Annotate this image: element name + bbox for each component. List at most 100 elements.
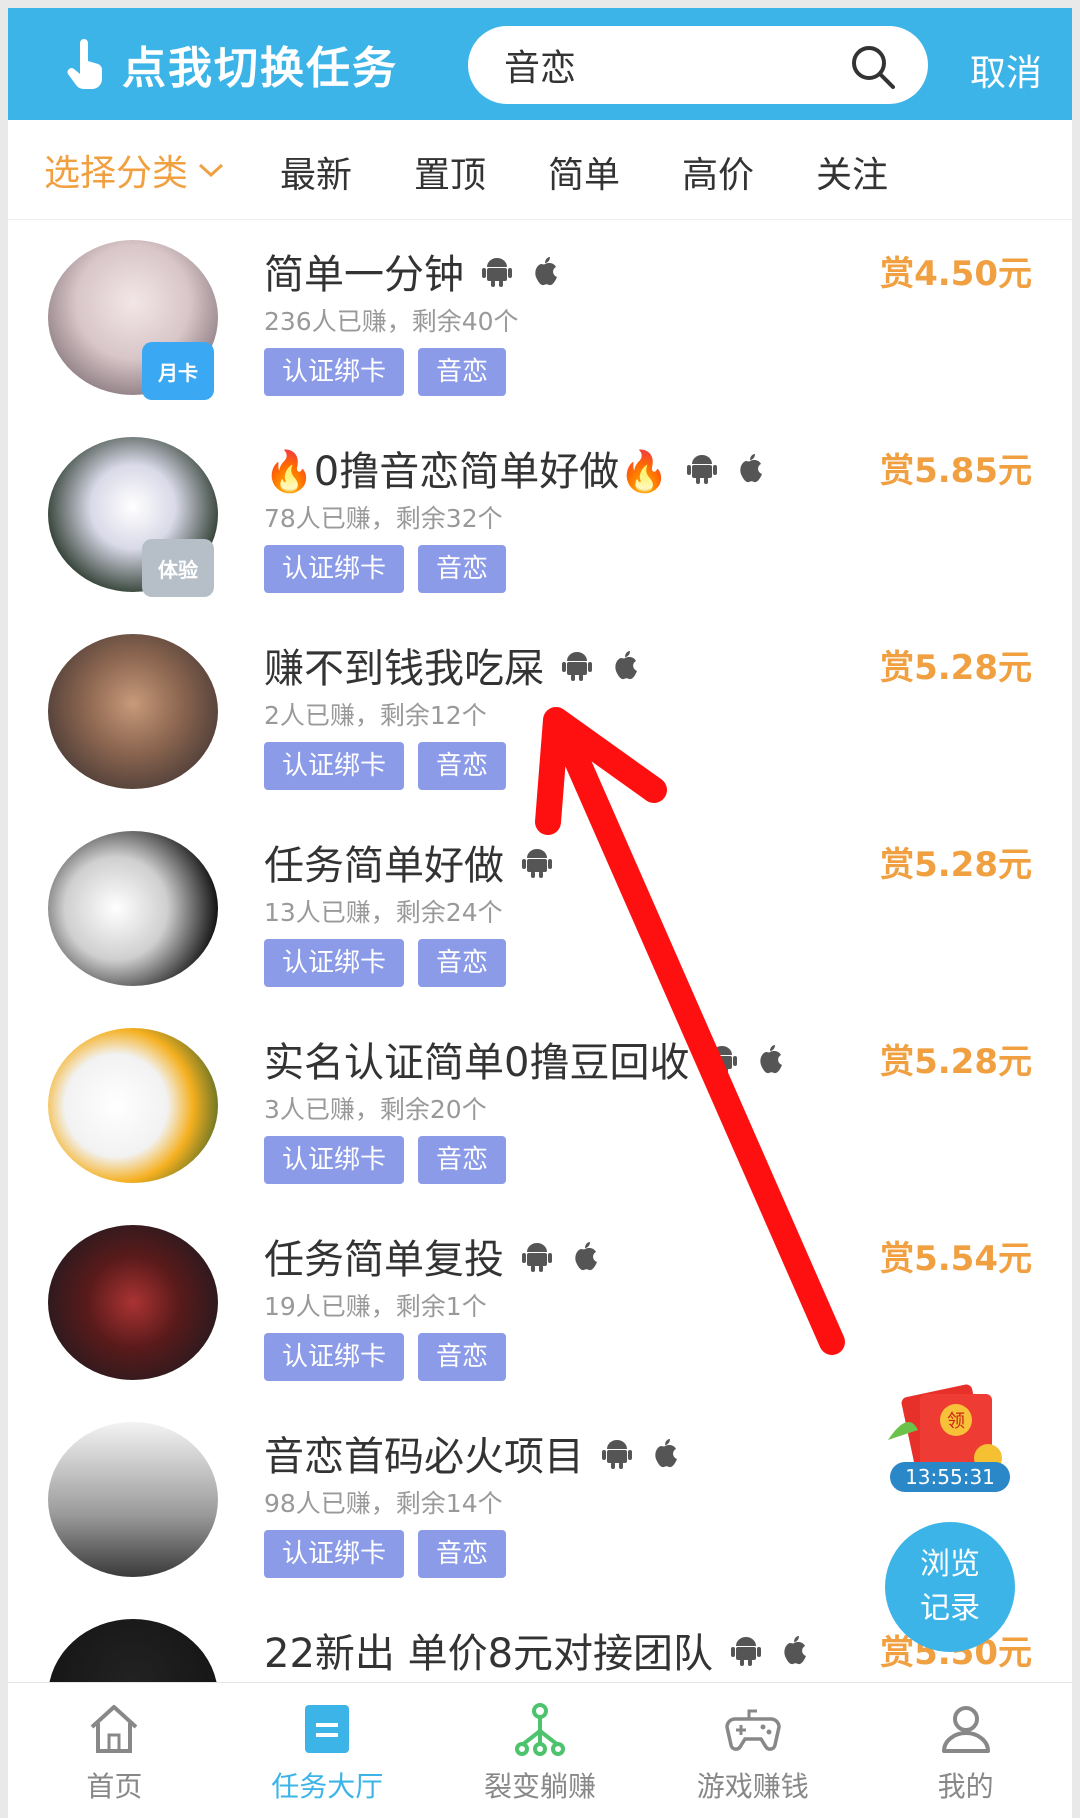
task-avatar	[48, 1225, 218, 1380]
task-tag: 认证绑卡	[264, 939, 405, 987]
task-tags: 认证绑卡 音恋	[264, 545, 507, 593]
countdown-timer: 13:55:31	[890, 1462, 1010, 1492]
apple-icon	[760, 1045, 783, 1074]
history-label-line1: 浏览	[920, 1547, 980, 1582]
nav-referral-label: 裂变躺赚	[483, 1770, 596, 1803]
nav-referral[interactable]: 裂变躺赚	[434, 1683, 647, 1818]
nav-home-label: 首页	[86, 1770, 143, 1803]
task-stats: 98人已赚，剩余14个	[264, 1489, 503, 1518]
task-tag: 音恋	[418, 348, 507, 396]
android-icon	[482, 258, 512, 287]
task-title: 22新出 单价8元对接团队	[264, 1621, 809, 1679]
task-stats: 19人已赚，剩余1个	[264, 1292, 487, 1321]
task-row[interactable]: 实名认证简单0撸豆回收 3人已赚，剩余20个认证绑卡 音恋 赏5.28元	[8, 1010, 1072, 1207]
nav-game-label: 游戏赚钱	[696, 1770, 809, 1803]
task-stats: 78人已赚，剩余32个	[264, 504, 503, 533]
task-tags: 认证绑卡 音恋	[264, 348, 507, 396]
task-stats: 2人已赚，剩余12个	[264, 701, 487, 730]
task-reward: 赏5.28元	[880, 648, 1032, 688]
task-row[interactable]: 任务简单复投 19人已赚，剩余1个 认证绑卡 音恋 赏5.54元	[8, 1207, 1072, 1404]
task-title: 赚不到钱我吃屎	[264, 636, 640, 694]
referral-icon	[514, 1703, 565, 1756]
nav-task-hall-label: 任务大厅	[271, 1770, 384, 1803]
filter-following[interactable]: 关注	[816, 146, 888, 198]
search-value: 音恋	[504, 48, 577, 89]
task-title-text: 任务简单复投	[264, 1237, 504, 1283]
task-tag: 音恋	[418, 742, 507, 790]
nav-mine-label: 我的	[937, 1770, 994, 1803]
category-label: 选择分类	[44, 152, 189, 194]
android-icon	[707, 1046, 738, 1075]
task-title: 实名认证简单0撸豆回收	[264, 1030, 785, 1088]
task-title-text: 22新出 单价8元对接团队	[264, 1631, 714, 1677]
apple-icon	[655, 1439, 677, 1468]
task-tag: 认证绑卡	[264, 545, 405, 593]
task-title-text: 赚不到钱我吃屎	[264, 646, 544, 692]
chevron-down-icon	[199, 163, 224, 177]
android-icon	[602, 1440, 632, 1469]
task-tag: 认证绑卡	[264, 1333, 405, 1381]
task-reward: 赏5.85元	[880, 451, 1032, 491]
android-icon	[522, 849, 552, 878]
filter-pinned[interactable]: 置顶	[414, 146, 486, 198]
task-title-text: 音恋首码必火项目	[264, 1434, 584, 1480]
task-title: 🔥0撸音恋简单好做🔥	[264, 439, 765, 497]
redpack-label: 领	[947, 1411, 965, 1432]
android-icon	[687, 455, 718, 484]
task-tag: 音恋	[418, 939, 507, 987]
task-stats: 236人已赚，剩余40个	[264, 307, 519, 336]
apple-icon	[535, 257, 557, 286]
nav-task-hall[interactable]: 任务大厅	[221, 1683, 434, 1818]
task-row[interactable]: 任务简单好做 13人已赚，剩余24个 认证绑卡 音恋 赏5.28元	[8, 813, 1072, 1010]
history-label-line2: 记录	[920, 1591, 980, 1626]
browse-history-button[interactable]: 浏览 记录	[885, 1522, 1015, 1652]
task-avatar	[48, 1422, 218, 1577]
apple-icon	[784, 1636, 807, 1665]
nav-game[interactable]: 游戏赚钱	[646, 1683, 859, 1818]
task-avatar	[48, 831, 218, 986]
task-reward: 赏5.28元	[880, 1042, 1032, 1082]
task-row[interactable]: 月卡 简单一分钟 236人已赚，剩余40个认证绑卡 音恋 赏4.50元	[8, 222, 1072, 419]
task-title-text: 实名认证简单0撸豆回收	[264, 1040, 690, 1086]
task-reward: 赏5.28元	[880, 845, 1032, 885]
nav-mine[interactable]: 我的	[859, 1683, 1072, 1818]
task-avatar	[48, 1028, 218, 1183]
hand-pointer-icon	[67, 39, 103, 89]
task-tag: 认证绑卡	[264, 1136, 405, 1184]
nav-home[interactable]: 首页	[8, 1683, 221, 1818]
search-icon[interactable]	[848, 42, 898, 92]
android-icon	[522, 1243, 552, 1272]
task-title-text: 🔥0撸音恋简单好做🔥	[264, 449, 670, 495]
switch-task-label: 点我切换任务	[122, 43, 398, 94]
task-title-text: 任务简单好做	[264, 843, 504, 889]
task-tag: 音恋	[418, 1333, 507, 1381]
apple-icon	[575, 1242, 597, 1271]
task-title: 任务简单复投	[264, 1227, 600, 1285]
task-tag: 认证绑卡	[264, 1530, 405, 1578]
task-tag: 认证绑卡	[264, 742, 405, 790]
category-dropdown[interactable]: 选择分类	[44, 144, 226, 196]
task-row[interactable]: 赚不到钱我吃屎 2人已赚，剩余12个认证绑卡 音恋 赏5.28元	[8, 616, 1072, 813]
task-title: 简单一分钟	[264, 242, 560, 300]
cancel-button[interactable]: 取消	[970, 44, 1042, 96]
android-icon	[731, 1637, 762, 1666]
task-row[interactable]: 体验 🔥0撸音恋简单好做🔥 78人已赚，剩余32个认证绑卡 音恋 赏5.85元	[8, 419, 1072, 616]
task-tags: 认证绑卡 音恋	[264, 1333, 507, 1381]
switch-task-button[interactable]: 点我切换任务	[64, 32, 398, 96]
member-badge: 月卡	[142, 342, 214, 400]
apple-icon	[740, 454, 763, 483]
search-input[interactable]: 音恋	[468, 26, 928, 104]
filter-newest[interactable]: 最新	[280, 146, 352, 198]
filter-simple[interactable]: 简单	[548, 146, 620, 198]
bottom-nav: 首页 任务大厅 裂变躺赚 游戏赚钱 我的	[8, 1682, 1072, 1818]
filter-bar: 选择分类 最新 置顶 简单 高价 关注	[8, 120, 1072, 220]
filter-high-price[interactable]: 高价	[682, 146, 754, 198]
top-header: 点我切换任务 音恋 取消	[8, 8, 1072, 120]
task-tags: 认证绑卡 音恋	[264, 1136, 507, 1184]
task-avatar	[48, 634, 218, 789]
home-icon	[91, 1705, 138, 1753]
task-tags: 认证绑卡 音恋	[264, 742, 507, 790]
task-stats: 3人已赚，剩余20个	[264, 1095, 487, 1124]
member-badge: 体验	[142, 539, 214, 597]
task-reward: 赏4.50元	[880, 254, 1032, 294]
